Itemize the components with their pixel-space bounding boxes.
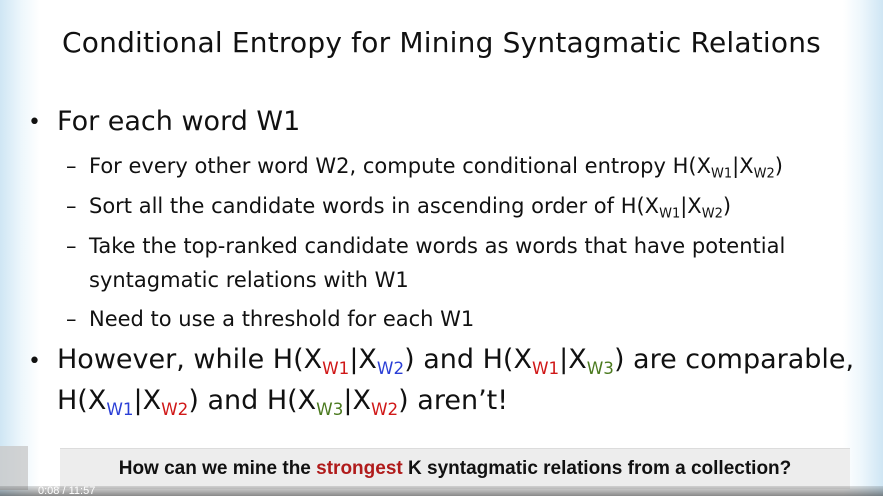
point-however-line1: However, while H(XW1|XW2) and H(XW1|XW3)… bbox=[57, 344, 855, 378]
sub1-sub2: W2 bbox=[753, 166, 775, 182]
p2-a-sub2: W2 bbox=[376, 357, 405, 378]
p2-d-sub1: W1 bbox=[106, 398, 134, 419]
player-controls-bar[interactable] bbox=[0, 486, 883, 496]
p2-e-sub2: W2 bbox=[370, 398, 399, 419]
sub2-mid: |X bbox=[680, 194, 702, 218]
p2-e: ) and H(X bbox=[188, 385, 317, 416]
sub-point-threshold: Need to use a threshold for each W1 bbox=[89, 307, 475, 331]
p2-f: ) aren’t! bbox=[398, 385, 509, 416]
question-post: K syntagmatic relations from a collectio… bbox=[402, 458, 792, 479]
dash-marker: – bbox=[66, 194, 77, 218]
p2-d-mid: |X bbox=[133, 385, 162, 416]
p2-d-sub2: W2 bbox=[161, 398, 189, 419]
sub1-text: For every other word W2, compute conditi… bbox=[89, 154, 711, 178]
sub-point-top-ranked-line1: Take the top-ranked candidate words as w… bbox=[89, 234, 786, 258]
right-decoration bbox=[843, 0, 883, 496]
p2-e-mid: |X bbox=[343, 385, 371, 416]
p2-e-sub1: W3 bbox=[316, 398, 344, 419]
sub2-sub2: W2 bbox=[701, 206, 723, 222]
p2-a-mid: |X bbox=[349, 344, 377, 375]
bullet-marker: • bbox=[28, 349, 41, 374]
question-highlight: strongest bbox=[316, 458, 403, 479]
current-time: 0:08 bbox=[38, 485, 60, 497]
p2-b: ) and H(X bbox=[404, 344, 532, 375]
p2-a: However, while H(X bbox=[57, 344, 323, 375]
sub1-post: ) bbox=[774, 154, 783, 178]
left-decoration bbox=[0, 0, 40, 496]
question-pre: How can we mine the bbox=[118, 458, 317, 479]
question-banner: How can we mine the strongest K syntagma… bbox=[60, 448, 850, 489]
sub2-sub1: W1 bbox=[659, 206, 681, 222]
sub1-sub1: W1 bbox=[710, 166, 733, 182]
p2-d: H(X bbox=[57, 385, 107, 416]
dash-marker: – bbox=[66, 154, 77, 178]
sub-point-top-ranked-line2: syntagmatic relations with W1 bbox=[89, 268, 409, 292]
dash-marker: – bbox=[66, 234, 77, 258]
slide-title: Conditional Entropy for Mining Syntagmat… bbox=[62, 26, 821, 59]
sub2-post: ) bbox=[722, 194, 732, 218]
p2-b-mid: |X bbox=[559, 344, 587, 375]
p2-a-sub1: W1 bbox=[322, 357, 350, 378]
question-text: How can we mine the strongest K syntagma… bbox=[60, 458, 850, 480]
player-time: 0:08 / 11:57 bbox=[38, 485, 96, 497]
duration: 11:57 bbox=[68, 485, 96, 497]
p2-b-sub1: W1 bbox=[531, 357, 560, 378]
p2-c: ) are comparable, bbox=[613, 344, 855, 375]
point-for-each-word: For each word W1 bbox=[57, 106, 301, 137]
p2-b-sub2: W3 bbox=[586, 357, 614, 378]
player-side-button[interactable] bbox=[0, 446, 28, 490]
bullet-marker: • bbox=[28, 110, 41, 135]
dash-marker: – bbox=[66, 307, 77, 331]
sub-point-compute-entropy: For every other word W2, compute conditi… bbox=[89, 154, 783, 181]
point-however-line2: H(XW1|XW2) and H(XW3|XW2) aren’t! bbox=[57, 385, 509, 419]
time-separator: / bbox=[62, 485, 66, 497]
sub2-text: Sort all the candidate words in ascendin… bbox=[89, 194, 660, 218]
sub-point-sort: Sort all the candidate words in ascendin… bbox=[89, 194, 732, 221]
sub1-mid: |X bbox=[732, 154, 754, 178]
